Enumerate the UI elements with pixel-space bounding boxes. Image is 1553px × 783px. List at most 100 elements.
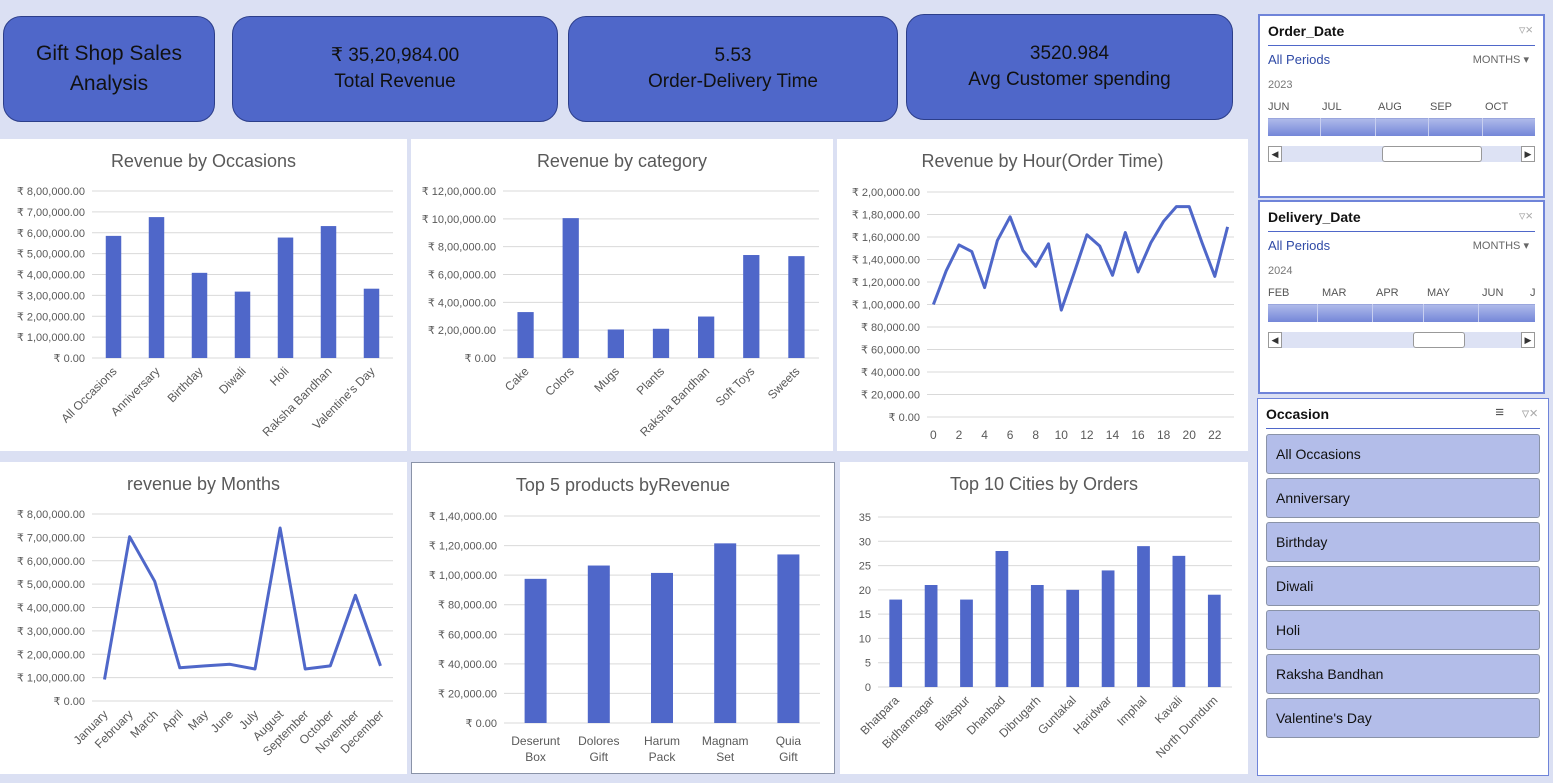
all-periods-label[interactable]: All Periods [1268, 238, 1330, 253]
y-tick-label: ₹ 6,00,000.00 [17, 228, 85, 240]
dashboard-title-line2: Analysis [69, 72, 149, 95]
x-tick-label: 6 [1007, 428, 1014, 442]
y-tick-label: ₹ 5,00,000.00 [17, 579, 85, 591]
month-label: OCT [1485, 101, 1509, 113]
divider [1266, 428, 1540, 429]
time-level-dropdown[interactable]: MONTHS ▾ [1473, 53, 1529, 66]
chart-svg: ₹ 0.00 ₹ 20,000.00 ₹ 40,000.00 ₹ 60,000.00 ₹… [429, 511, 820, 764]
y-tick-label: ₹ 1,00,000.00 [852, 300, 920, 312]
chart-svg: ₹ 0.00 ₹ 1,00,000.00 ₹ 2,00,000.00 ₹ 3,00,0… [17, 186, 393, 439]
multi-select-icon[interactable]: ≡ [1495, 404, 1504, 421]
chart-top10-cities[interactable]: 0 5 10 15 20 25 30 35 Bhatpara Bidhannagar Bilaspu… [840, 462, 1248, 774]
x-tick-label: 12 [1080, 428, 1094, 442]
scroll-thumb[interactable] [1413, 332, 1465, 348]
y-tick-label: ₹ 60,000.00 [861, 345, 920, 357]
y-tick-label: 5 [865, 658, 871, 670]
month-label: JUN [1268, 101, 1290, 113]
divider [1268, 231, 1535, 232]
clear-filter-icon[interactable]: ▿× [1522, 404, 1538, 422]
occasion-item-diwali[interactable]: Diwali [1266, 566, 1540, 606]
chart-top5-products[interactable]: ₹ 0.00 ₹ 20,000.00 ₹ 40,000.00 ₹ 60,000.00 ₹… [411, 462, 835, 774]
clear-filter-icon[interactable]: ▿× [1519, 208, 1533, 224]
y-tick-label: ₹ 0.00 [465, 353, 496, 365]
timeline-scrollbar[interactable] [1268, 332, 1535, 348]
bar [148, 217, 165, 358]
timeline-tick [1320, 118, 1321, 136]
chart-title: Top 10 Cities by Orders [949, 474, 1139, 494]
y-tick-label: ₹ 40,000.00 [438, 659, 497, 671]
bar [234, 291, 251, 358]
x-tick-label: March [127, 707, 160, 740]
bar [698, 316, 715, 358]
y-tick-label: ₹ 60,000.00 [438, 629, 497, 641]
occasion-item-raksha-bandhan[interactable]: Raksha Bandhan [1266, 654, 1540, 694]
scroll-right-icon[interactable]: ▶ [1521, 146, 1535, 162]
y-tick-label: ₹ 7,00,000.00 [17, 532, 85, 544]
occasion-slicer[interactable]: Occasion ≡ ▿× All Occasions Anniversary … [1257, 398, 1549, 776]
y-tick-label: 30 [859, 536, 871, 548]
bar [277, 237, 294, 358]
scroll-right-icon[interactable]: ▶ [1521, 332, 1535, 348]
scroll-left-icon[interactable]: ◀ [1268, 332, 1282, 348]
time-level-dropdown[interactable]: MONTHS ▾ [1473, 239, 1529, 252]
x-tick-label: Diwali [216, 364, 249, 397]
bar [995, 551, 1009, 687]
chart-revenue-by-occasions[interactable]: ₹ 0.00 ₹ 1,00,000.00 ₹ 2,00,000.00 ₹ 3,00,0… [0, 139, 407, 451]
y-tick-label: ₹ 1,00,000.00 [429, 570, 497, 582]
chart-revenue-by-hour[interactable]: ₹ 0.00 ₹ 20,000.00 ₹ 40,000.00 ₹ 60,000.00 ₹… [837, 139, 1248, 451]
y-tick-label: ₹ 20,000.00 [861, 390, 920, 402]
bar [924, 585, 938, 687]
order-date-slicer[interactable]: Order_Date ▿× All Periods MONTHS ▾ 2023 … [1258, 14, 1545, 198]
timeline-band[interactable] [1268, 118, 1535, 136]
x-tick-label: 16 [1131, 428, 1145, 442]
x-tick-label: All Occasions [58, 364, 119, 425]
x-tick-label: Soft Toys [713, 364, 758, 409]
y-tick-label: ₹ 2,00,000.00 [17, 649, 85, 661]
chart-title: Top 5 products byRevenue [515, 475, 731, 495]
timeline-tick [1478, 304, 1479, 322]
y-tick-label: 10 [859, 633, 871, 645]
x-tick-label: Harum [644, 734, 680, 748]
timeline-band[interactable] [1268, 304, 1535, 322]
timeline-tick [1428, 118, 1429, 136]
scroll-left-icon[interactable]: ◀ [1268, 146, 1282, 162]
y-tick-label: ₹ 2,00,000.00 [17, 311, 85, 323]
x-tick-label: Box [525, 750, 546, 764]
y-tick-label: 15 [859, 609, 871, 621]
bar [1030, 585, 1044, 687]
clear-filter-icon[interactable]: ▿× [1519, 22, 1533, 38]
scroll-thumb[interactable] [1382, 146, 1482, 162]
y-tick-label: 35 [859, 512, 871, 524]
y-tick-label: ₹ 8,00,000.00 [17, 509, 85, 521]
delivery-date-slicer[interactable]: Delivery_Date ▿× All Periods MONTHS ▾ 20… [1258, 200, 1545, 394]
y-tick-label: ₹ 6,00,000.00 [428, 270, 496, 282]
x-tick-label: Set [716, 750, 735, 764]
month-label: JUL [1322, 101, 1342, 113]
month-label: SEP [1430, 101, 1453, 113]
time-level-label: MONTHS [1472, 54, 1521, 66]
all-periods-label[interactable]: All Periods [1268, 52, 1330, 67]
chart-revenue-by-category[interactable]: ₹ 0.00 ₹ 2,00,000.00 ₹ 4,00,000.00 ₹ 6,00,0… [411, 139, 833, 451]
x-tick-label: Plants [634, 364, 667, 397]
occasion-item-anniversary[interactable]: Anniversary [1266, 478, 1540, 518]
y-tick-label: 0 [865, 682, 871, 694]
x-tick-label: Gift [779, 750, 798, 764]
x-tick-label: 2 [956, 428, 963, 442]
y-tick-label: ₹ 3,00,000.00 [17, 290, 85, 302]
occasion-item-holi[interactable]: Holi [1266, 610, 1540, 650]
avg-spending-label: Avg Customer spending [968, 69, 1171, 90]
bar [1172, 555, 1186, 687]
occasion-item-birthday[interactable]: Birthday [1266, 522, 1540, 562]
chart-revenue-by-months[interactable]: ₹ 0.00 ₹ 1,00,000.00 ₹ 2,00,000.00 ₹ 3,00,0… [0, 462, 407, 774]
bar [788, 256, 805, 358]
x-tick-label: Holi [267, 364, 292, 389]
series-line [103, 526, 382, 680]
occasion-item-valentines-day[interactable]: Valentine's Day [1266, 698, 1540, 738]
bar [651, 572, 673, 723]
x-tick-label: 22 [1208, 428, 1222, 442]
avg-spending-value: 3520.984 [1029, 43, 1110, 64]
bar [1207, 594, 1221, 687]
occasion-item-all-occasions[interactable]: All Occasions [1266, 434, 1540, 474]
y-tick-label: ₹ 20,000.00 [438, 688, 497, 700]
y-tick-label: ₹ 7,00,000.00 [17, 207, 85, 219]
